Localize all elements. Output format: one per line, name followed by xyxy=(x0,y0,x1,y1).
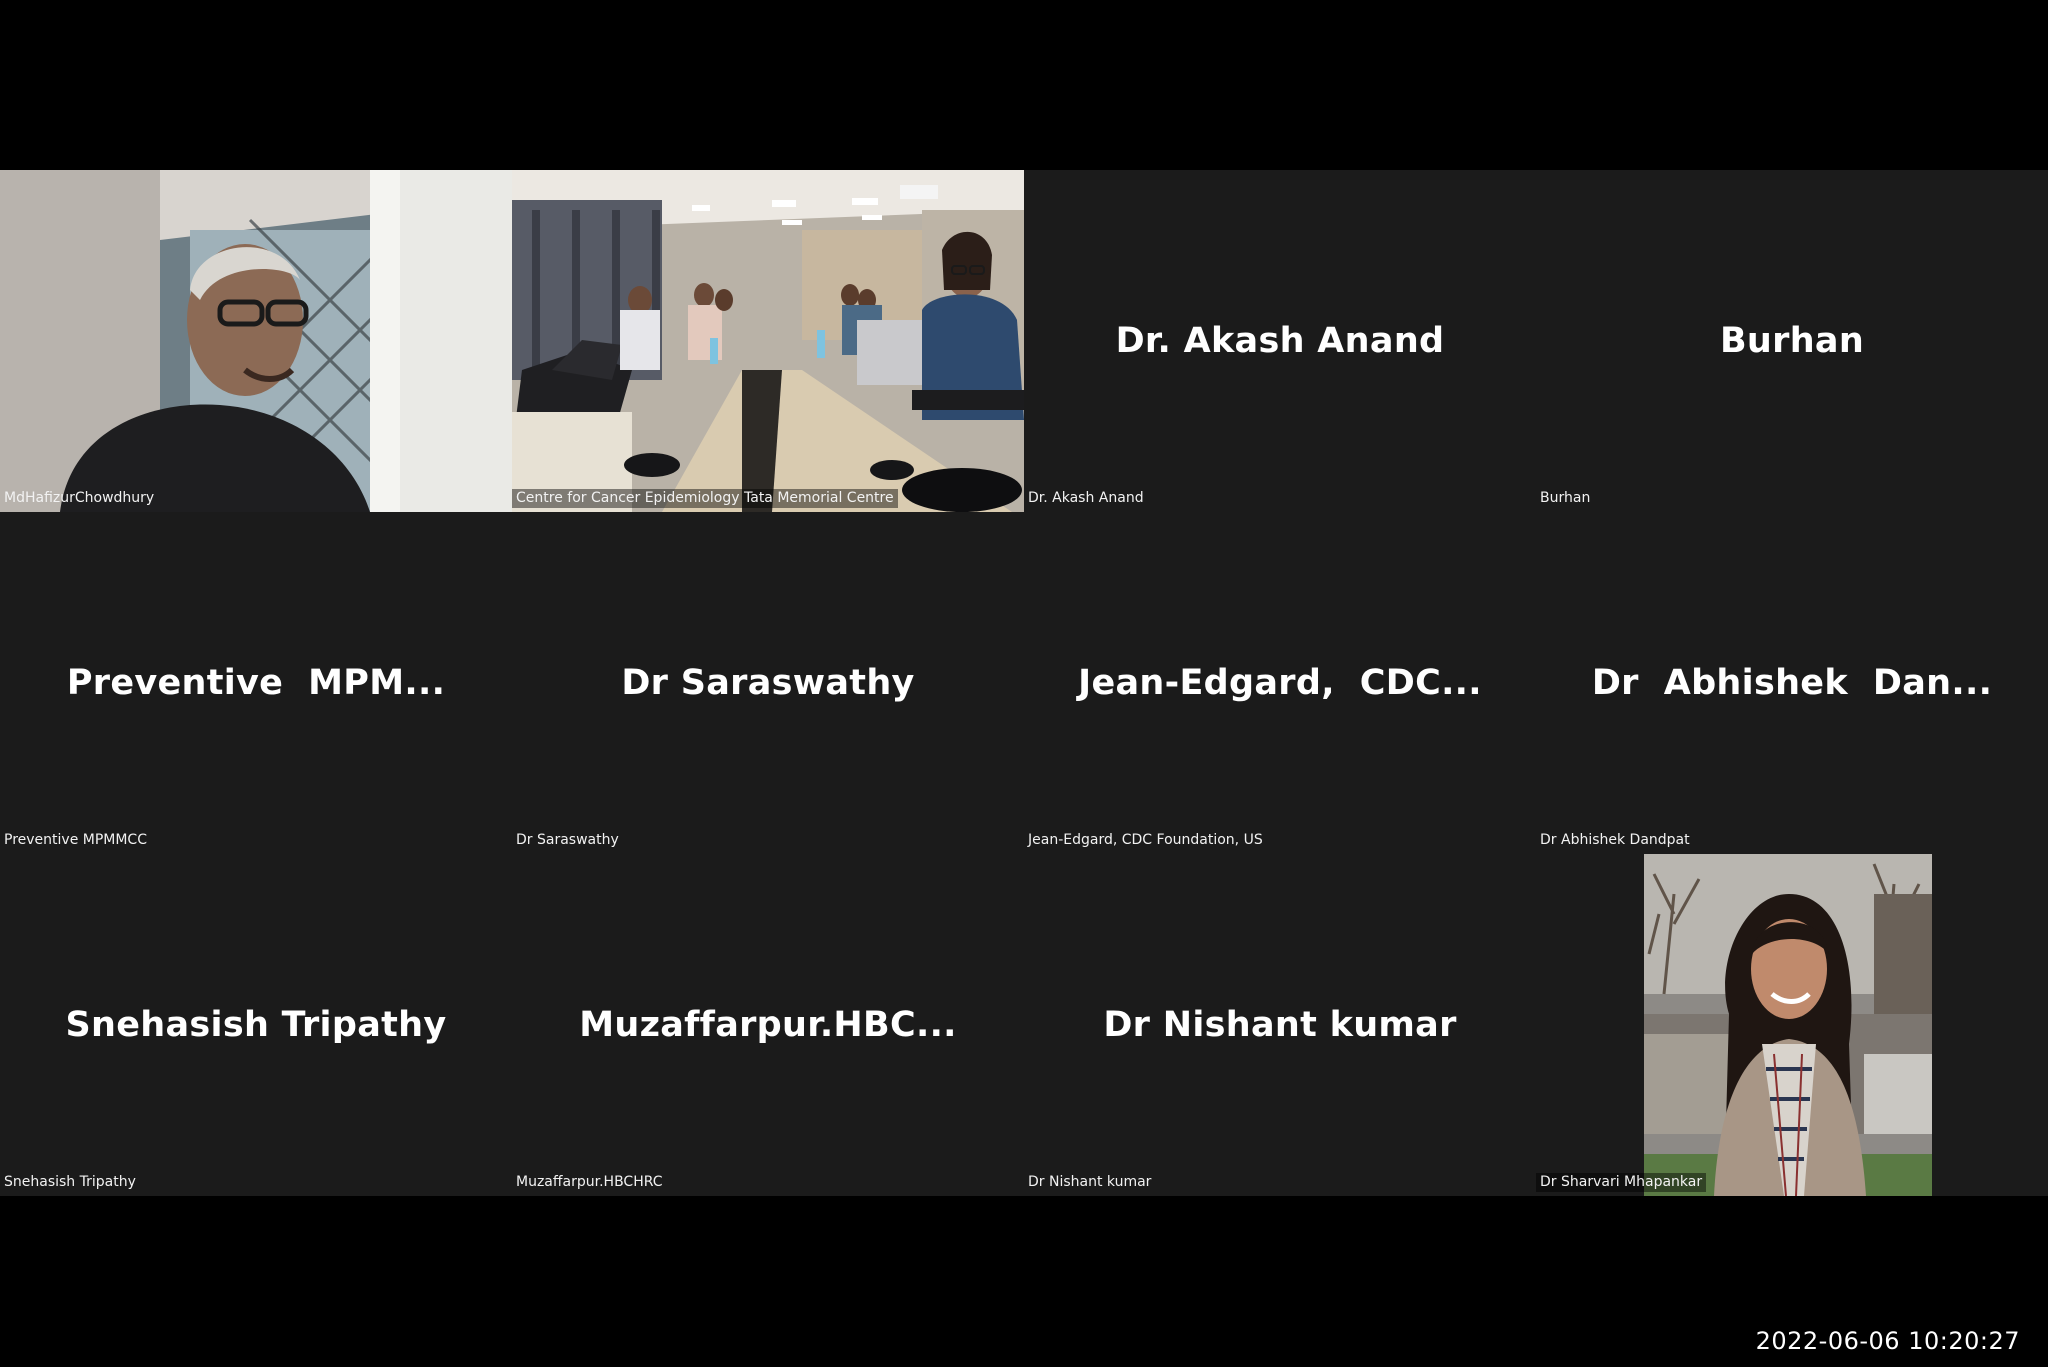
participant-tile-jean-edgard[interactable]: Jean-Edgard, CDC... Jean-Edgard, CDC Fou… xyxy=(1024,512,1536,854)
conference-room-video xyxy=(512,170,1024,512)
participant-tile-snehasish-tripathy[interactable]: Snehasish Tripathy Snehasish Tripathy xyxy=(0,854,512,1196)
participant-display-name: Preventive MPM... xyxy=(66,663,446,703)
participant-name-label: MdHafizurChowdhury xyxy=(4,490,155,506)
participant-name-label: Dr. Akash Anand xyxy=(1028,490,1144,506)
participant-display-name: Dr Abhishek Dan... xyxy=(1591,663,1993,703)
participant-name-label: Dr Abhishek Dandpat xyxy=(1540,832,1690,848)
participant-tile-abhishek-dandpat[interactable]: Dr Abhishek Dan... Dr Abhishek Dandpat xyxy=(1536,512,2048,854)
participant-tile-preventive-mpmmcc[interactable]: Preventive MPM... Preventive MPMMCC xyxy=(0,512,512,854)
video-conference-screen: MdHafizurChowdhury Centre for Cancer Epi… xyxy=(0,0,2048,1367)
man-speaking-video xyxy=(0,170,512,512)
participant-grid: MdHafizurChowdhury Centre for Cancer Epi… xyxy=(0,170,2048,1196)
participant-tile-burhan[interactable]: Burhan Burhan xyxy=(1536,170,2048,512)
participant-tile-saraswathy[interactable]: Dr Saraswathy Dr Saraswathy xyxy=(512,512,1024,854)
participant-name-label: Preventive MPMMCC xyxy=(4,832,147,848)
participant-tile-tata-memorial-centre[interactable]: Centre for Cancer Epidemiology Tata Memo… xyxy=(512,170,1024,512)
participant-display-name: Dr. Akash Anand xyxy=(1115,321,1445,361)
participant-name-label: Dr Saraswathy xyxy=(516,832,619,848)
woman-portrait-photo xyxy=(1644,854,1932,1196)
participant-name-label: Muzaffarpur.HBCHRC xyxy=(516,1174,663,1190)
participant-name-label: Jean-Edgard, CDC Foundation, US xyxy=(1028,832,1263,848)
participant-display-name: Burhan xyxy=(1719,321,1865,361)
participant-display-name: Jean-Edgard, CDC... xyxy=(1078,663,1482,703)
participant-tile-nishant-kumar[interactable]: Dr Nishant kumar Dr Nishant kumar xyxy=(1024,854,1536,1196)
participant-name-label: Burhan xyxy=(1540,490,1591,506)
participant-tile-akash-anand[interactable]: Dr. Akash Anand Dr. Akash Anand xyxy=(1024,170,1536,512)
participant-name-label: Centre for Cancer Epidemiology Tata Memo… xyxy=(512,489,898,508)
participant-name-label: Dr Sharvari Mhapankar xyxy=(1536,1173,1707,1192)
recording-timestamp: 2022-06-06 10:20:27 xyxy=(1755,1327,2020,1355)
participant-display-name: Snehasish Tripathy xyxy=(65,1005,447,1045)
participant-tile-mdhafizurchowdhury[interactable]: MdHafizurChowdhury xyxy=(0,170,512,512)
participant-tile-sharvari-mhapankar[interactable]: Dr Sharvari Mhapankar xyxy=(1536,854,2048,1196)
participant-tile-muzaffarpur-hbchrc[interactable]: Muzaffarpur.HBC... Muzaffarpur.HBCHRC xyxy=(512,854,1024,1196)
participant-display-name: Muzaffarpur.HBC... xyxy=(579,1005,957,1045)
participant-display-name: Dr Saraswathy xyxy=(621,663,915,703)
participant-name-label: Dr Nishant kumar xyxy=(1028,1174,1152,1190)
participant-display-name: Dr Nishant kumar xyxy=(1103,1005,1457,1045)
participant-name-label: Snehasish Tripathy xyxy=(4,1174,136,1190)
